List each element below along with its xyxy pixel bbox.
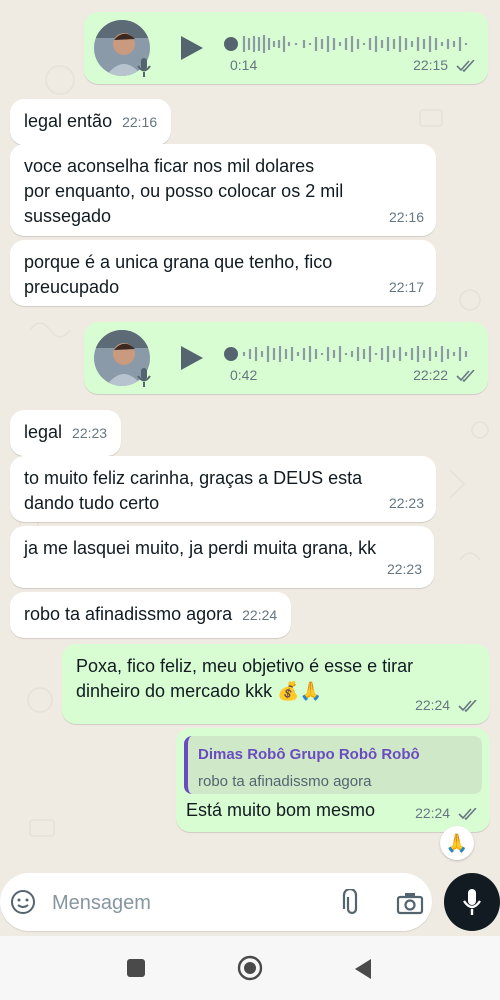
system-navigation-bar [0, 936, 500, 1000]
incoming-message[interactable]: ja me lasquei muito, ja perdi muita gran… [10, 526, 434, 588]
voice-duration: 0:42 [230, 367, 258, 383]
message-time: 22:23 [386, 561, 422, 577]
message-time: 22:23 [72, 425, 108, 441]
outgoing-message[interactable]: Poxa, fico feliz, meu objetivo é esse e … [62, 644, 490, 724]
mic-icon [137, 58, 151, 77]
incoming-message[interactable]: legal 22:23 [10, 410, 122, 456]
message-time: 22:22 [413, 363, 476, 388]
voice-duration: 0:14 [230, 57, 258, 73]
incoming-message[interactable]: voce aconselha ficar nos mil dolares por… [10, 144, 436, 236]
incoming-message[interactable]: to muito feliz carinha, graças a DEUS es… [10, 456, 436, 522]
read-ticks-icon [458, 808, 477, 821]
quote-text: robo ta afinadissmo agora [198, 773, 372, 790]
incoming-message[interactable]: porque é a unica grana que tenho, fico p… [10, 240, 436, 306]
reaction-badge[interactable]: 🙏 [440, 826, 474, 860]
incoming-message[interactable]: legal então 22:16 [10, 99, 172, 145]
play-icon[interactable] [179, 34, 205, 62]
message-time: 22:24 [242, 607, 278, 623]
mic-icon [463, 889, 481, 915]
message-time: 22:24 [415, 801, 478, 826]
quote-author: Dimas Robô Grupo Robô Robô [198, 746, 420, 763]
voice-record-button[interactable] [444, 873, 500, 931]
mic-icon [137, 368, 151, 387]
incoming-message[interactable]: robo ta afinadissmo agora 22:24 [10, 592, 292, 638]
message-input[interactable] [50, 885, 324, 921]
message-time: 22:24 [415, 693, 478, 718]
message-time: 22:15 [413, 53, 476, 78]
outgoing-reply-message[interactable]: Dimas Robô Grupo Robô Robô robo ta afina… [176, 728, 490, 832]
quoted-message[interactable]: Dimas Robô Grupo Robô Robô robo ta afina… [184, 736, 482, 794]
camera-icon[interactable] [396, 891, 424, 915]
message-time: 22:16 [122, 114, 158, 130]
read-ticks-icon [456, 370, 475, 383]
message-time: 22:23 [388, 495, 424, 511]
play-icon[interactable] [179, 344, 205, 372]
home-icon[interactable] [237, 955, 263, 981]
sticker-icon[interactable] [10, 889, 36, 915]
read-ticks-icon [456, 60, 475, 73]
message-time: 22:17 [388, 279, 424, 295]
voice-message[interactable]: 0:42 22:22 [84, 322, 488, 394]
paperclip-icon[interactable] [340, 889, 364, 917]
voice-message[interactable]: 0:14 22:15 [84, 12, 488, 84]
back-icon[interactable] [353, 958, 373, 980]
read-ticks-icon [458, 700, 477, 713]
message-composer[interactable] [0, 873, 432, 931]
recents-icon[interactable] [126, 958, 146, 978]
message-time: 22:16 [388, 209, 424, 225]
